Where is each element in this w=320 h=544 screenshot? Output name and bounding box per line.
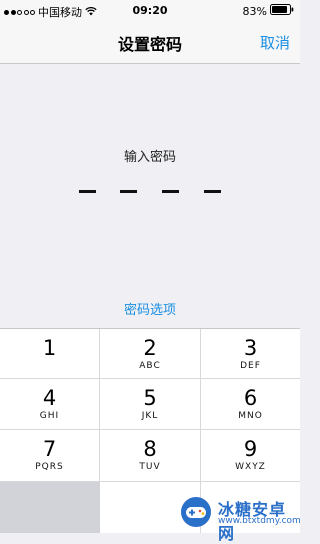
key-letters: WXYZ [235, 462, 266, 472]
watermark: 冰糖安卓网 www.btxtdmy.com [172, 492, 301, 543]
key-digit: 7 [42, 437, 57, 461]
passcode-prompt: 输入密码 [123, 150, 176, 165]
key-letters: JKL [141, 411, 159, 421]
watermark-url: www.btxtdmy.com [218, 516, 301, 526]
key-letters: GHI [39, 411, 60, 421]
cancel-button[interactable]: 取消 [260, 32, 290, 53]
key-4[interactable]: 4 GHI [0, 379, 100, 430]
passcode-digit-placeholder [204, 190, 221, 193]
key-8[interactable]: 8 TUV [100, 430, 201, 482]
key-letters: DEF [240, 361, 261, 371]
gamepad-logo-icon [181, 497, 211, 527]
navigation-bar: 设置密码 取消 [0, 22, 300, 64]
key-2[interactable]: 2 ABC [100, 329, 201, 379]
status-right: 83% [243, 4, 294, 18]
key-6[interactable]: 6 MNO [201, 379, 300, 430]
key-3[interactable]: 3 DEF [201, 329, 300, 379]
passcode-digit-placeholder [162, 190, 179, 193]
key-1[interactable]: 1 [0, 329, 100, 379]
key-digit: 1 [42, 336, 57, 360]
key-9[interactable]: 9 WXYZ [201, 430, 300, 482]
key-digit: 4 [42, 386, 57, 410]
key-letters: PQRS [35, 462, 64, 472]
battery-percentage: 83% [242, 4, 267, 18]
key-5[interactable]: 5 JKL [100, 379, 201, 430]
key-digit: 2 [143, 336, 157, 360]
passcode-digit-placeholder [120, 190, 137, 193]
battery-icon [270, 4, 294, 18]
page-title: 设置密码 [117, 35, 182, 54]
status-bar: 中国移动 09:20 83% [0, 0, 300, 22]
passcode-options-link[interactable]: 密码选项 [0, 299, 300, 318]
passcode-indicator [79, 190, 221, 196]
key-digit: 5 [143, 386, 157, 410]
key-letters: ABC [139, 361, 161, 371]
key-digit: 6 [243, 386, 258, 410]
key-blank [0, 482, 100, 533]
passcode-digit-placeholder [79, 190, 96, 193]
key-digit: 3 [243, 336, 258, 360]
key-letters: MNO [238, 411, 263, 421]
key-digit: 9 [243, 437, 258, 461]
key-7[interactable]: 7 PQRS [0, 430, 100, 482]
key-digit: 8 [143, 437, 157, 461]
key-letters: TUV [139, 462, 161, 472]
